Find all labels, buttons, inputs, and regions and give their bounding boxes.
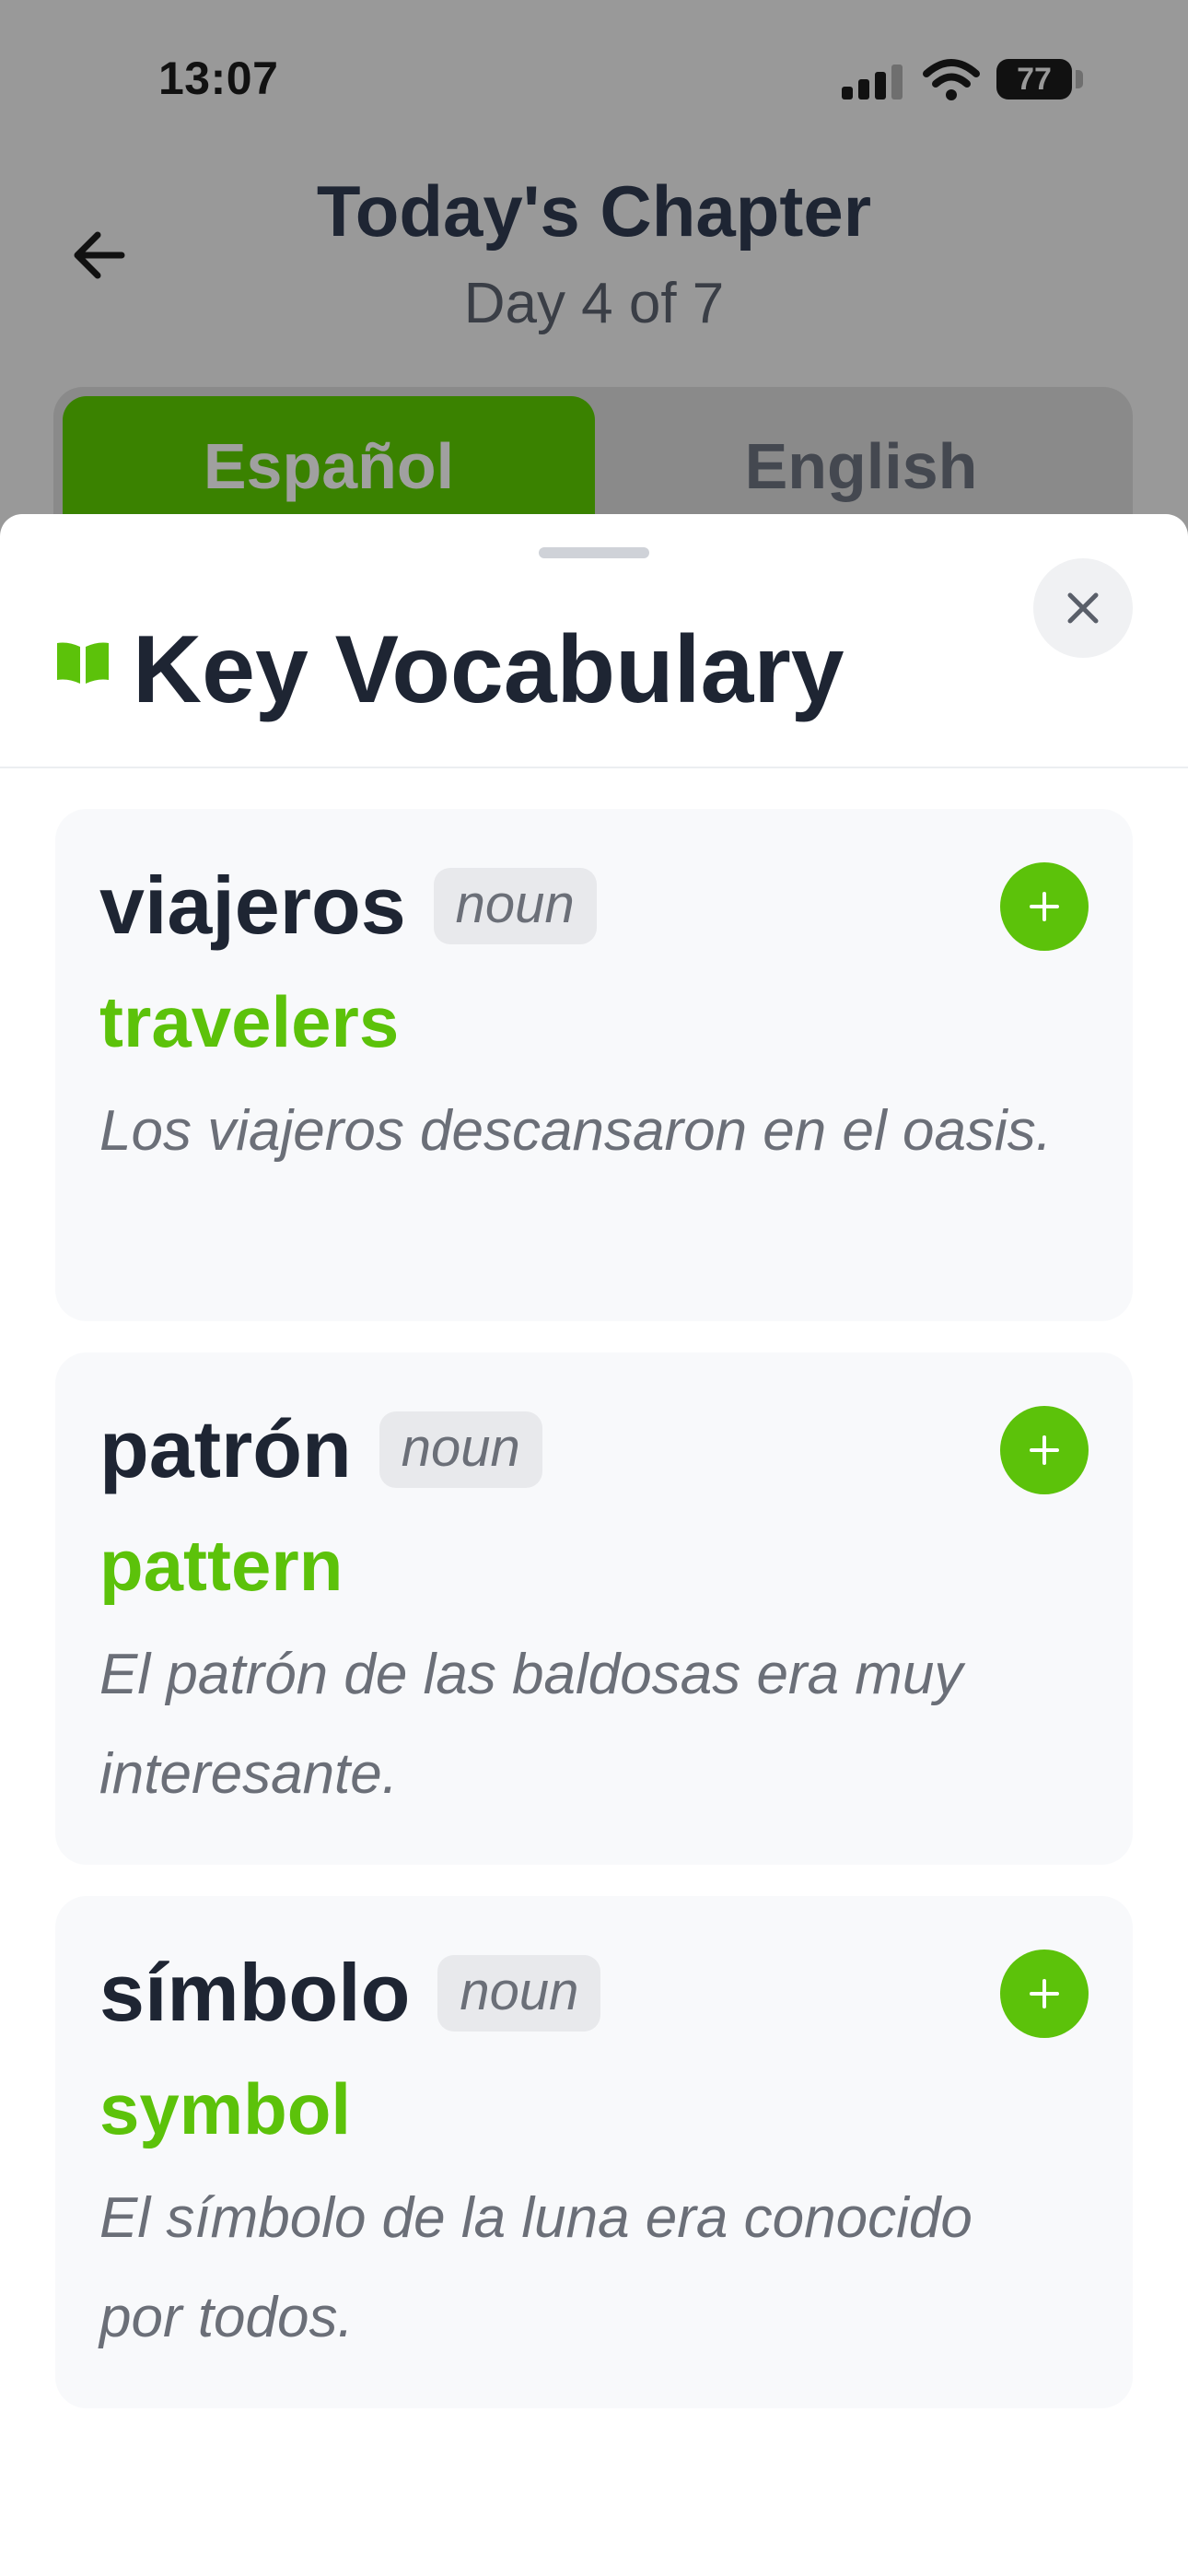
- word-row: viajeros noun: [99, 859, 597, 953]
- part-of-speech-badge: noun: [379, 1411, 542, 1488]
- wifi-icon: [923, 59, 980, 100]
- close-icon: [1067, 592, 1099, 624]
- vocab-word: símbolo: [99, 1947, 411, 2038]
- plus-icon: [1030, 1979, 1059, 2008]
- page-title: Today's Chapter: [316, 170, 872, 252]
- sheet-header: Key Vocabulary: [0, 569, 1188, 768]
- vocab-card: viajeros noun travelers Los viajeros des…: [55, 809, 1133, 1321]
- vocab-example: El patrón de las baldosas era muy intere…: [99, 1643, 963, 1806]
- sheet-grabber[interactable]: [539, 547, 649, 558]
- vocab-card: patrón noun pattern El patrón de las bal…: [55, 1352, 1133, 1865]
- add-word-button[interactable]: [1000, 862, 1089, 951]
- status-time: 13:07: [158, 53, 279, 104]
- word-row: patrón noun: [99, 1402, 542, 1496]
- plus-icon: [1030, 1435, 1059, 1465]
- vocab-translation: travelers: [99, 981, 400, 1062]
- vocab-word: patrón: [99, 1403, 352, 1494]
- sheet-title: Key Vocabulary: [133, 616, 844, 723]
- vocabulary-sheet: Key Vocabulary viajeros noun travelers L…: [0, 514, 1188, 2576]
- vocab-example: El símbolo de la luna era conocido por t…: [99, 2186, 973, 2349]
- battery-icon: 77: [996, 59, 1072, 100]
- add-word-button[interactable]: [1000, 1950, 1089, 2038]
- plus-icon: [1030, 892, 1059, 921]
- book-icon: [57, 642, 109, 684]
- vocab-translation: pattern: [99, 1525, 344, 1606]
- vocab-card: símbolo noun symbol El símbolo de la lun…: [55, 1896, 1133, 2408]
- part-of-speech-badge: noun: [433, 867, 597, 944]
- battery-cap: [1076, 70, 1083, 88]
- word-row: símbolo noun: [99, 1946, 601, 2040]
- vocab-example: Los viajeros descansaron en el oasis.: [99, 1099, 1052, 1163]
- background-page: 13:07 77 Today's Chapter Day 4 of 7 Espa…: [0, 0, 1188, 571]
- vocab-translation: symbol: [99, 2068, 352, 2149]
- page-subtitle: Day 4 of 7: [463, 272, 725, 335]
- vocab-word: viajeros: [99, 860, 406, 951]
- close-button[interactable]: [1033, 558, 1133, 658]
- status-bar: 13:07 77: [0, 0, 1188, 157]
- signal-icon: [842, 64, 903, 100]
- part-of-speech-badge: noun: [437, 1954, 601, 2032]
- add-word-button[interactable]: [1000, 1406, 1089, 1494]
